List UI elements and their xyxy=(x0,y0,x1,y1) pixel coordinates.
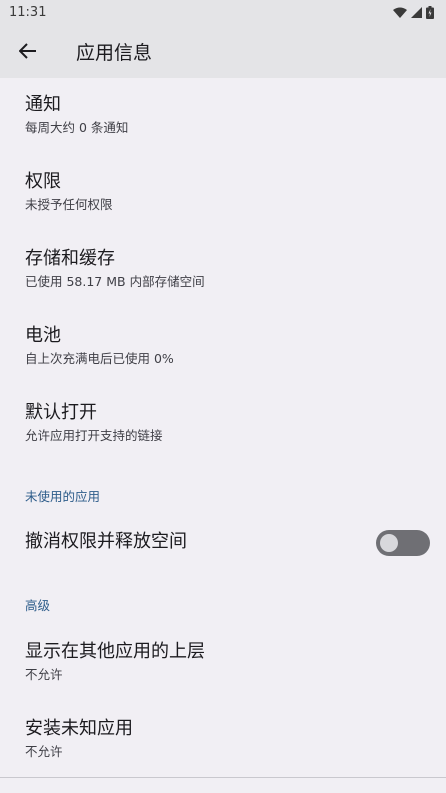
wifi-icon xyxy=(393,7,407,18)
item-subtitle: 已使用 58.17 MB 内部存储空间 xyxy=(25,274,205,289)
toggle-knob xyxy=(380,534,398,552)
item-title: 权限 xyxy=(25,171,61,192)
item-subtitle: 不允许 xyxy=(25,667,63,682)
section-header-advanced: 高级 xyxy=(25,598,51,613)
item-title: 默认打开 xyxy=(25,402,97,423)
battery-item[interactable]: 电池 自上次充满电后已使用 0% xyxy=(0,324,446,367)
item-title: 显示在其他应用的上层 xyxy=(25,641,205,662)
display-over-apps-item[interactable]: 显示在其他应用的上层 不允许 xyxy=(0,640,446,683)
item-subtitle: 每周大约 0 条通知 xyxy=(25,120,129,135)
app-bar: 应用信息 xyxy=(0,24,446,78)
item-subtitle: 允许应用打开支持的链接 xyxy=(25,428,163,443)
item-title: 存储和缓存 xyxy=(25,248,115,269)
section-header-unused-apps: 未使用的应用 xyxy=(25,489,101,504)
status-time: 11:31 xyxy=(9,4,47,20)
back-button[interactable] xyxy=(0,24,56,78)
arrow-back-icon xyxy=(19,43,36,59)
item-subtitle: 未授予任何权限 xyxy=(25,197,113,212)
item-subtitle: 不允许 xyxy=(25,744,63,759)
battery-icon xyxy=(426,5,434,19)
item-title: 通知 xyxy=(25,94,61,115)
signal-icon xyxy=(411,6,422,18)
item-title: 电池 xyxy=(25,325,61,346)
item-title: 安装未知应用 xyxy=(25,718,133,739)
page-title: 应用信息 xyxy=(76,41,153,64)
permissions-item[interactable]: 权限 未授予任何权限 xyxy=(0,170,446,213)
open-by-default-item[interactable]: 默认打开 允许应用打开支持的链接 xyxy=(0,401,446,444)
notifications-item[interactable]: 通知 每周大约 0 条通知 xyxy=(0,93,446,136)
divider xyxy=(0,777,446,778)
install-unknown-apps-item[interactable]: 安装未知应用 不允许 xyxy=(0,717,446,760)
storage-item[interactable]: 存储和缓存 已使用 58.17 MB 内部存储空间 xyxy=(0,247,446,290)
remove-permissions-toggle[interactable] xyxy=(376,530,430,556)
item-subtitle: 自上次充满电后已使用 0% xyxy=(25,351,174,366)
status-icons xyxy=(393,5,434,19)
status-bar: 11:31 xyxy=(0,0,446,24)
